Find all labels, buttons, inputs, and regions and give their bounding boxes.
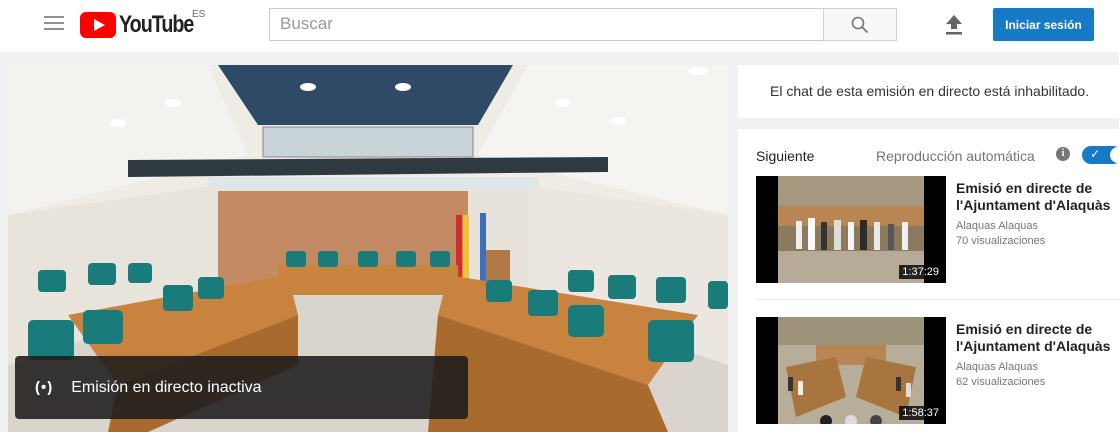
search-icon — [851, 16, 869, 33]
video-title-line: Emisió en directe de — [956, 321, 1093, 337]
autoplay-label: Reproducción automática — [876, 148, 1035, 164]
recommended-video-item[interactable]: 1:37:29 Emisió en directe de l'Ajuntamen… — [756, 176, 1119, 284]
view-count: 62 visualizaciones — [956, 376, 1046, 388]
autoplay-toggle[interactable]: ✓ — [1082, 146, 1119, 164]
video-thumbnail[interactable]: 1:58:37 — [756, 317, 946, 424]
upload-icon[interactable] — [944, 13, 964, 35]
toggle-knob — [1110, 147, 1119, 163]
video-title-line: l'Ajuntament d'Alaquàs — [956, 197, 1111, 213]
search-button[interactable] — [823, 8, 897, 41]
video-thumbnail[interactable]: 1:37:29 — [756, 176, 946, 283]
video-title-line: l'Ajuntament d'Alaquàs — [956, 338, 1111, 354]
hamburger-menu-icon[interactable] — [44, 16, 64, 32]
search-input[interactable]: Buscar — [269, 8, 824, 41]
chat-disabled-message: El chat de esta emisión en directo está … — [770, 83, 1090, 99]
channel-name[interactable]: Alaquas Alaquas — [956, 361, 1038, 373]
video-title[interactable]: Emisió en directe de l'Ajuntament d'Alaq… — [956, 180, 1119, 214]
masthead: YouTube ES Buscar Iniciar sesión — [0, 0, 1119, 52]
live-broadcast-icon: (•) — [35, 379, 54, 396]
channel-name[interactable]: Alaquas Alaquas — [956, 220, 1038, 232]
view-count: 70 visualizaciones — [956, 235, 1046, 247]
youtube-logo[interactable]: YouTube ES — [80, 9, 210, 39]
youtube-play-icon — [80, 12, 116, 38]
signin-button[interactable]: Iniciar sesión — [993, 8, 1094, 41]
video-player[interactable]: (•) Emisión en directo inactiva — [8, 65, 728, 432]
recommended-video-item[interactable]: 1:58:37 Emisió en directe de l'Ajuntamen… — [756, 317, 1119, 425]
live-chat-panel: El chat de esta emisión en directo está … — [738, 65, 1119, 118]
checkmark-icon: ✓ — [1090, 147, 1101, 161]
up-next-label: Siguiente — [756, 148, 815, 164]
logo-text: YouTube — [119, 11, 194, 38]
video-duration: 1:58:37 — [899, 406, 942, 420]
video-duration: 1:37:29 — [899, 265, 942, 279]
live-status-banner: (•) Emisión en directo inactiva — [15, 356, 468, 419]
up-next-panel: Siguiente Reproducción automática i ✓ 1:… — [738, 129, 1119, 432]
divider — [756, 299, 1119, 300]
live-status-text: Emisión en directo inactiva — [71, 378, 262, 396]
video-title[interactable]: Emisió en directe de l'Ajuntament d'Alaq… — [956, 321, 1119, 355]
country-code: ES — [192, 9, 206, 20]
info-icon[interactable]: i — [1056, 147, 1070, 161]
video-title-line: Emisió en directe de — [956, 180, 1093, 196]
